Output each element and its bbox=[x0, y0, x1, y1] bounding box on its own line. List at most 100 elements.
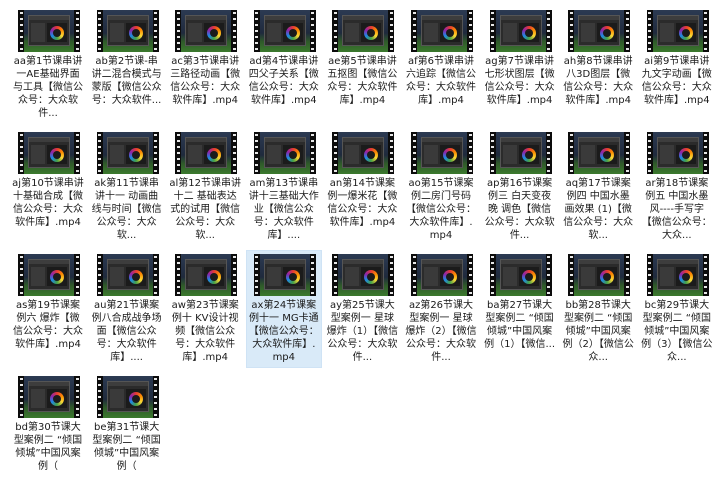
video-thumbnail-icon bbox=[332, 132, 395, 174]
file-name: be第31节课大型案例二 “倾国倾城”中国风案例（ bbox=[92, 422, 161, 472]
film-perforation-icon bbox=[702, 132, 709, 174]
video-thumbnail-icon bbox=[96, 10, 159, 52]
video-frame bbox=[574, 254, 625, 296]
file-name: az第26节课大型案例一 星球爆炸（2）【微信公众号：大众软件... bbox=[405, 300, 477, 363]
file-item[interactable]: bc第29节课大型案例二 “倾国倾城”中国风案例（3）【微信公众... bbox=[639, 250, 715, 368]
video-frame bbox=[181, 254, 232, 296]
film-perforation-icon bbox=[152, 254, 159, 296]
video-thumbnail-icon bbox=[568, 10, 631, 52]
video-thumbnail-icon bbox=[96, 132, 159, 174]
video-thumbnail-icon bbox=[646, 10, 709, 52]
video-frame bbox=[495, 10, 546, 52]
file-item[interactable]: be第31节课大型案例二 “倾国倾城”中国风案例（ bbox=[89, 372, 165, 490]
film-perforation-icon bbox=[152, 376, 159, 418]
file-item[interactable]: ai第9节课串讲九文字动画【微信公众号：大众软件库】.mp4 bbox=[639, 6, 715, 124]
video-frame bbox=[495, 132, 546, 174]
video-frame bbox=[24, 132, 74, 174]
film-perforation-icon bbox=[74, 132, 80, 174]
file-name: ac第3节课串讲三路径动画【微信公众号：大众软件库】.mp4 bbox=[170, 56, 241, 106]
film-perforation-icon bbox=[388, 254, 395, 296]
film-perforation-icon bbox=[74, 376, 80, 418]
file-item[interactable]: as第19节课案例六 爆炸【微信公众号：大众软件库】.mp4 bbox=[10, 250, 86, 368]
file-item[interactable]: aa第1节课串讲一AE基础界面与工具【微信公众号：大众软件... bbox=[10, 6, 86, 124]
file-item[interactable]: bb第28节课大型案例二 “倾国倾城”中国风案例（2）【微信公众... bbox=[560, 250, 636, 368]
video-thumbnail-icon bbox=[18, 10, 80, 52]
video-frame bbox=[338, 132, 389, 174]
film-perforation-icon bbox=[74, 10, 80, 52]
file-item[interactable]: bd第30节课大型案例二 “倾国倾城”中国风案例（ bbox=[10, 372, 86, 490]
video-frame bbox=[652, 254, 703, 296]
file-item[interactable]: az第26节课大型案例一 星球爆炸（2）【微信公众号：大众软件... bbox=[403, 250, 479, 368]
file-item[interactable]: ac第3节课串讲三路径动画【微信公众号：大众软件库】.mp4 bbox=[167, 6, 243, 124]
file-item[interactable]: ay第25节课大型案例一 星球爆炸（1）【微信公众号：大众软件... bbox=[324, 250, 400, 368]
video-thumbnail-icon bbox=[332, 10, 395, 52]
file-item[interactable]: al第12节课串讲十二 基础表达式的试用【微信公众号：大众软... bbox=[167, 128, 243, 246]
video-frame bbox=[417, 10, 467, 52]
file-name: ao第15节课案例二房门号码【微信公众号：大众软件库】.mp4 bbox=[406, 178, 476, 241]
video-thumbnail-icon bbox=[411, 132, 473, 174]
film-perforation-icon bbox=[545, 10, 552, 52]
video-frame bbox=[652, 10, 703, 52]
file-item[interactable]: ap第16节课案例三 白天变夜晚 调色【微信公众号：大众软件... bbox=[482, 128, 558, 246]
film-perforation-icon bbox=[545, 254, 552, 296]
file-item[interactable]: ad第4节课串讲四父子关系【微信公众号：大众软件库】.mp4 bbox=[246, 6, 322, 124]
video-thumbnail-icon bbox=[175, 10, 238, 52]
file-name: aa第1节课串讲一AE基础界面与工具【微信公众号：大众软件... bbox=[13, 56, 83, 119]
film-perforation-icon bbox=[702, 10, 709, 52]
video-frame bbox=[102, 254, 153, 296]
video-frame bbox=[574, 132, 625, 174]
file-name: ak第11节课串讲十一 动画曲线与时间【微信公众号：大众软... bbox=[91, 178, 162, 241]
video-frame bbox=[417, 254, 467, 296]
file-name: an第14节课案例一爆米花【微信公众号：大众软件库】.mp4 bbox=[327, 178, 398, 228]
video-frame bbox=[102, 132, 153, 174]
file-item[interactable]: ba第27节课大型案例二 “倾国倾城”中国风案例（1）【微信... bbox=[482, 250, 558, 368]
file-name: ab第2节课-串讲二混合模式与蒙版【微信公众号：大众软件... bbox=[91, 56, 162, 106]
video-frame bbox=[181, 132, 232, 174]
file-name: am第13节课串讲十三基础大作业【微信公众号：大众软件库】.... bbox=[248, 178, 319, 241]
film-perforation-icon bbox=[467, 254, 473, 296]
file-name: aq第17节课案例四 中国水墨画效果 (1)【微信公众号：大众软... bbox=[563, 178, 634, 241]
file-item[interactable]: am第13节课串讲十三基础大作业【微信公众号：大众软件库】.... bbox=[246, 128, 322, 246]
file-item[interactable]: aw第23节课案例十 KV设计视频【微信公众号：大众软件库】.mp4 bbox=[167, 250, 243, 368]
video-thumbnail-icon bbox=[411, 254, 473, 296]
video-thumbnail-icon bbox=[646, 254, 709, 296]
film-perforation-icon bbox=[152, 10, 159, 52]
file-name: ai第9节课串讲九文字动画【微信公众号：大众软件库】.mp4 bbox=[641, 56, 712, 106]
file-name: bc第29节课大型案例二 “倾国倾城”中国风案例（3）【微信公众... bbox=[641, 300, 713, 363]
video-thumbnail-icon bbox=[411, 10, 473, 52]
file-item[interactable]: aj第10节课串讲十基础合成【微信公众号：大众软件库】.mp4 bbox=[10, 128, 86, 246]
video-thumbnail-icon bbox=[175, 132, 238, 174]
film-perforation-icon bbox=[624, 254, 631, 296]
file-item[interactable]: an第14节课案例一爆米花【微信公众号：大众软件库】.mp4 bbox=[324, 128, 400, 246]
video-thumbnail-icon bbox=[568, 254, 631, 296]
film-perforation-icon bbox=[74, 254, 80, 296]
file-item[interactable]: af第6节课串讲六追踪【微信公众号：大众软件库】.mp4 bbox=[403, 6, 479, 124]
file-name: au第21节课案例八合成战争场面【微信公众号：大众软件库】.... bbox=[91, 300, 162, 363]
file-item[interactable]: ag第7节课串讲七形状图层【微信公众号：大众软件库】.mp4 bbox=[482, 6, 558, 124]
file-item[interactable]: ak第11节课串讲十一 动画曲线与时间【微信公众号：大众软... bbox=[89, 128, 165, 246]
video-thumbnail-icon bbox=[568, 132, 631, 174]
file-item[interactable]: ae第5节课串讲五抠图【微信公众号：大众软件库】.mp4 bbox=[324, 6, 400, 124]
file-name: af第6节课串讲六追踪【微信公众号：大众软件库】.mp4 bbox=[406, 56, 476, 106]
video-thumbnail-icon bbox=[489, 10, 552, 52]
file-item[interactable]: ax第24节课案例十一 MG卡通【微信公众号：大众软件库】.mp4 bbox=[245, 250, 322, 368]
file-name: ae第5节课串讲五抠图【微信公众号：大众软件库】.mp4 bbox=[327, 56, 398, 106]
file-item[interactable]: au第21节课案例八合成战争场面【微信公众号：大众软件库】.... bbox=[89, 250, 165, 368]
file-item[interactable]: ab第2节课-串讲二混合模式与蒙版【微信公众号：大众软件... bbox=[89, 6, 165, 124]
film-perforation-icon bbox=[702, 254, 709, 296]
file-item[interactable]: ah第8节课串讲八3D图层【微信公众号：大众软件库】.mp4 bbox=[560, 6, 636, 124]
video-thumbnail-icon bbox=[18, 376, 80, 418]
video-thumbnail-icon bbox=[18, 254, 80, 296]
film-perforation-icon bbox=[231, 254, 238, 296]
file-item[interactable]: aq第17节课案例四 中国水墨画效果 (1)【微信公众号：大众软... bbox=[560, 128, 636, 246]
film-perforation-icon bbox=[309, 132, 316, 174]
film-perforation-icon bbox=[388, 132, 395, 174]
file-item[interactable]: ar第18节课案例五 中国水墨风----手写字【微信公众号：大众... bbox=[639, 128, 715, 246]
film-perforation-icon bbox=[467, 10, 473, 52]
film-perforation-icon bbox=[545, 132, 552, 174]
video-thumbnail-icon bbox=[96, 254, 159, 296]
file-item[interactable]: ao第15节课案例二房门号码【微信公众号：大众软件库】.mp4 bbox=[403, 128, 479, 246]
video-frame bbox=[259, 132, 310, 174]
video-frame bbox=[102, 10, 153, 52]
video-frame bbox=[417, 132, 467, 174]
